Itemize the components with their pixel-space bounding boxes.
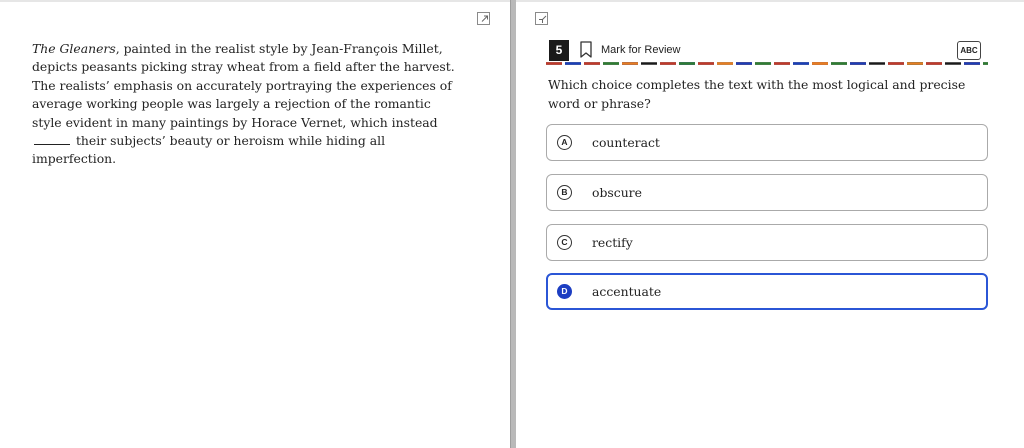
- passage-after-blank: their subjects’ beauty or heroism while …: [32, 133, 386, 167]
- choice-letter-a: A: [557, 135, 572, 150]
- choice-text-a: counteract: [592, 135, 660, 150]
- header-dash-bar: [546, 62, 988, 65]
- question-number: 5: [549, 40, 569, 61]
- strikethrough-abc-icon[interactable]: ABC: [957, 41, 981, 60]
- bookmark-icon[interactable]: [579, 41, 593, 59]
- choice-letter-c: C: [557, 235, 572, 250]
- choice-text-c: rectify: [592, 235, 633, 250]
- choice-text-d: accentuate: [592, 284, 662, 299]
- choice-b[interactable]: B obscure: [546, 174, 988, 211]
- choice-c[interactable]: C rectify: [546, 224, 988, 261]
- choice-text-b: obscure: [592, 185, 642, 200]
- mark-for-review-button[interactable]: Mark for Review: [601, 44, 680, 56]
- choice-letter-b: B: [557, 185, 572, 200]
- choice-letter-d: D: [557, 284, 572, 299]
- passage-text: The Gleaners, painted in the realist sty…: [32, 40, 462, 169]
- expand-icon[interactable]: [477, 12, 490, 25]
- question-prompt: Which choice completes the text with the…: [548, 77, 966, 111]
- choice-a[interactable]: A counteract: [546, 124, 988, 161]
- collapse-icon[interactable]: [535, 12, 548, 25]
- question-pane: 5 Mark for Review ABC Which choice compl…: [516, 0, 1024, 448]
- passage-title: The Gleaners: [32, 41, 116, 56]
- passage-pane: The Gleaners, painted in the realist sty…: [0, 0, 510, 448]
- passage-blank: [34, 133, 70, 146]
- choice-d[interactable]: D accentuate: [546, 273, 988, 310]
